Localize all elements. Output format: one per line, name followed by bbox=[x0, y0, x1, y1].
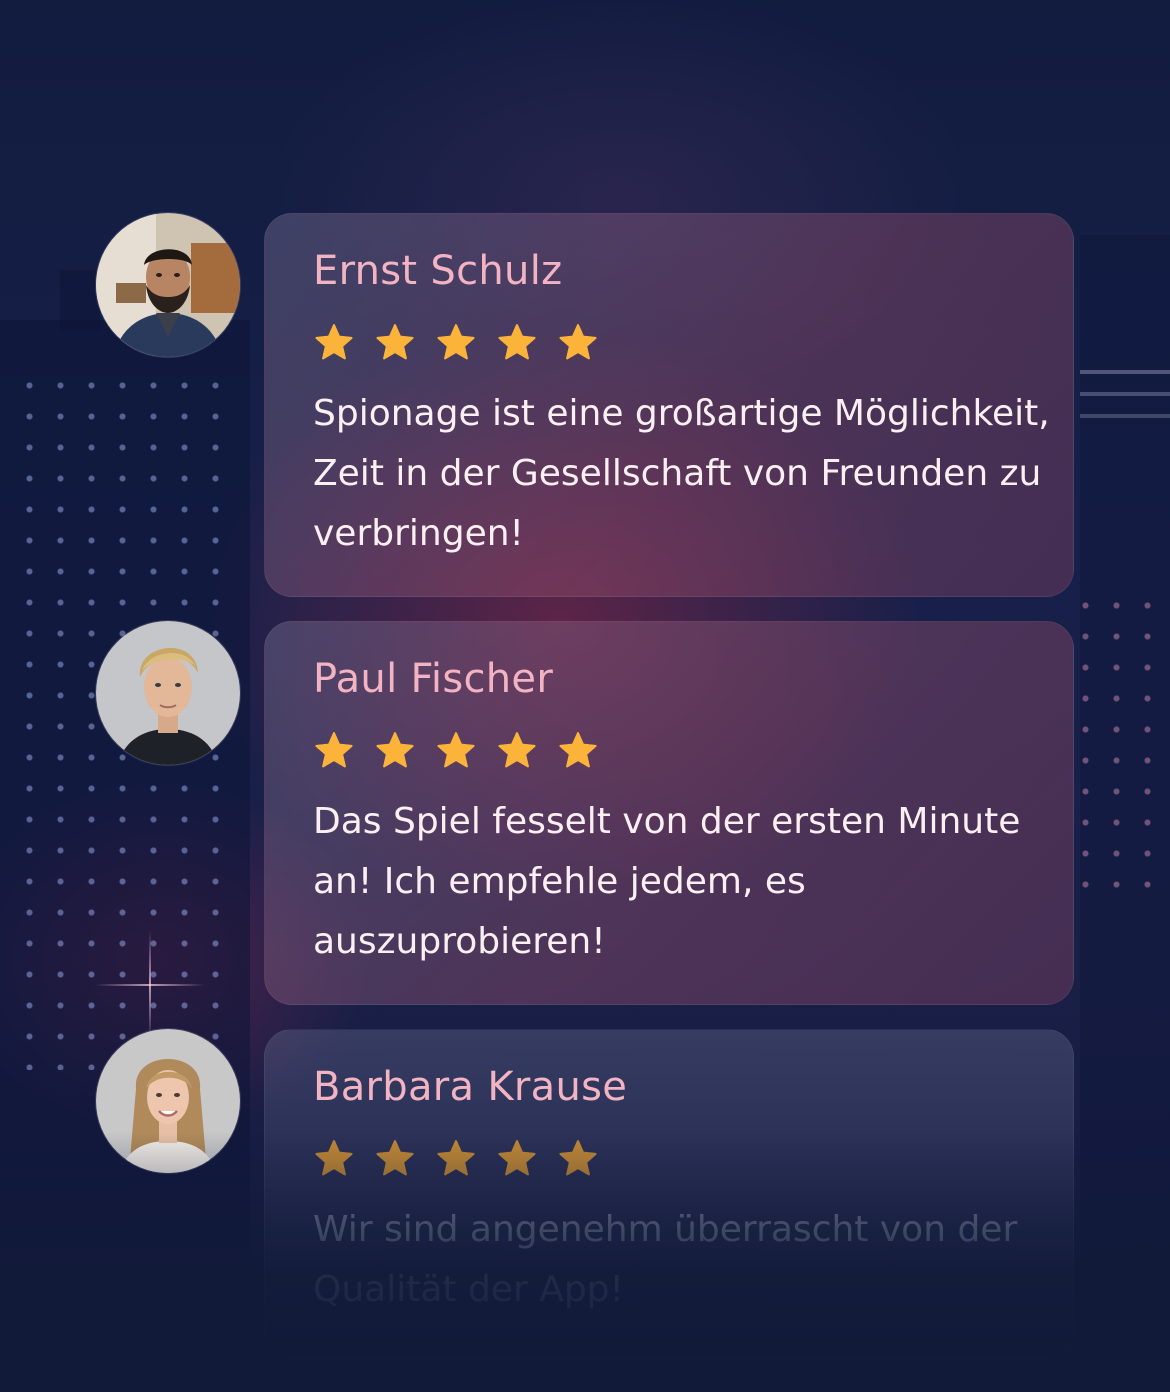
avatar-man-bearded-icon bbox=[96, 213, 240, 357]
reviewer-name: Ernst Schulz bbox=[313, 248, 563, 294]
star-rating bbox=[313, 730, 599, 772]
star-icon bbox=[437, 732, 475, 768]
star-icon bbox=[498, 324, 536, 360]
reviewer-name: Paul Fischer bbox=[313, 656, 554, 702]
star-icon bbox=[437, 1140, 475, 1176]
star-icon bbox=[315, 324, 353, 360]
star-icon bbox=[437, 324, 475, 360]
star-rating bbox=[313, 322, 599, 364]
review-card: Barbara Krause Wir sind angenehm überras… bbox=[264, 1029, 1074, 1359]
star-icon bbox=[559, 1140, 597, 1176]
star-icon bbox=[559, 732, 597, 768]
avatar-man-blond-icon bbox=[96, 621, 240, 765]
star-icon bbox=[376, 732, 414, 768]
reviewer-name: Barbara Krause bbox=[313, 1064, 628, 1110]
review-card: Ernst Schulz Spionage ist eine großartig… bbox=[264, 213, 1074, 597]
review-text: Das Spiel fesselt von der ersten Minute … bbox=[313, 801, 1021, 962]
star-rating bbox=[313, 1138, 599, 1180]
star-icon bbox=[498, 1140, 536, 1176]
star-icon bbox=[498, 732, 536, 768]
star-icon bbox=[559, 324, 597, 360]
star-icon bbox=[376, 324, 414, 360]
avatar-woman-blond-icon bbox=[96, 1029, 240, 1173]
star-icon bbox=[376, 1140, 414, 1176]
review-text: Wir sind angenehm überrascht von der Qua… bbox=[313, 1209, 1018, 1310]
review-text: Spionage ist eine großartige Möglichkeit… bbox=[313, 393, 1050, 554]
star-icon bbox=[315, 732, 353, 768]
star-icon bbox=[315, 1140, 353, 1176]
review-card: Paul Fischer Das Spiel fesselt von der e… bbox=[264, 621, 1074, 1005]
reviews-list: Ernst Schulz Spionage ist eine großartig… bbox=[0, 0, 1170, 1392]
